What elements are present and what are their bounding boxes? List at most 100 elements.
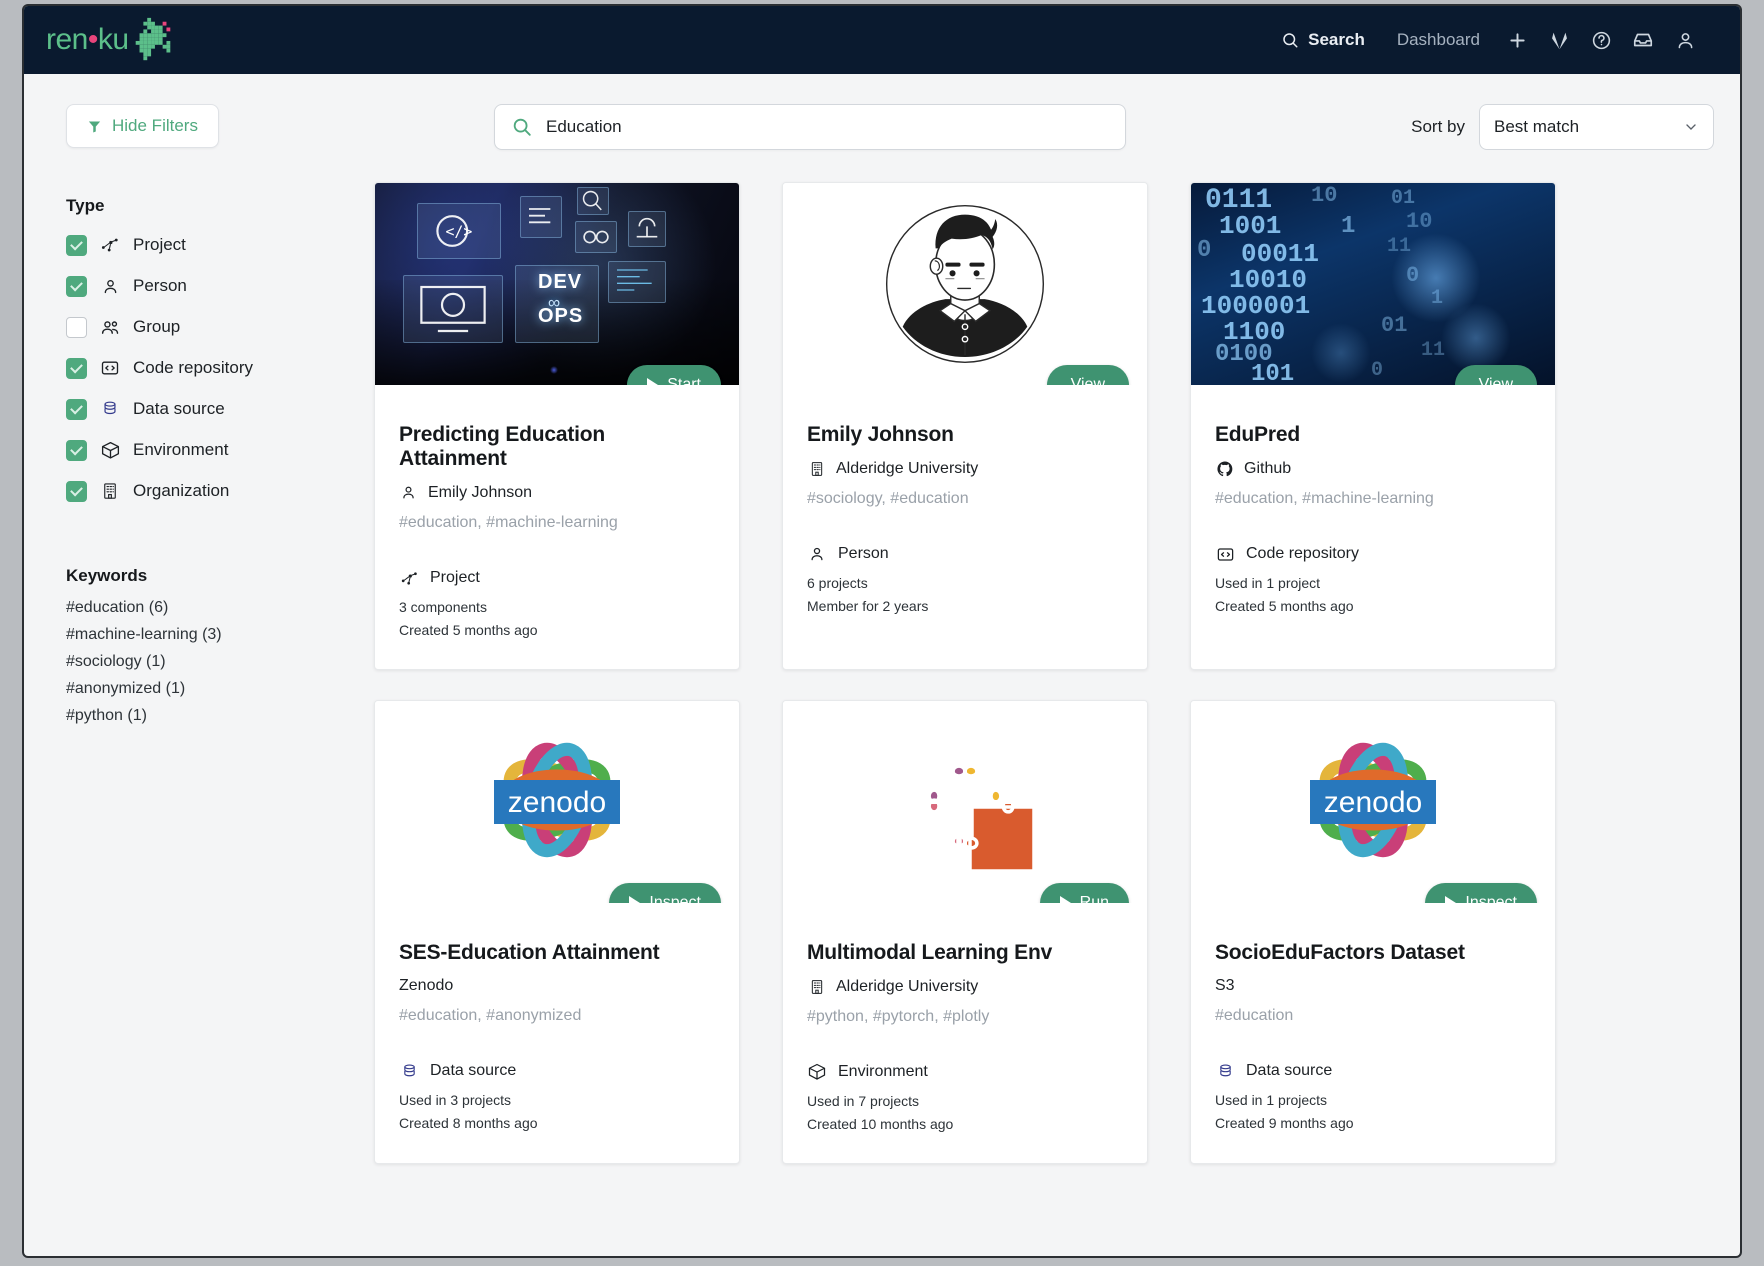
checkbox-data-source[interactable] <box>66 399 87 420</box>
card-tags: #education, #anonymized <box>399 1007 715 1025</box>
play-icon <box>1445 896 1456 903</box>
inbox-icon[interactable] <box>1622 19 1664 61</box>
card-tags: #education, #machine-learning <box>399 514 715 532</box>
result-card[interactable]: </> <box>374 182 740 670</box>
play-icon <box>1060 896 1071 903</box>
navbar-actions: Search Dashboard <box>1265 19 1706 61</box>
filter-type-data-source[interactable]: Data source <box>66 398 344 420</box>
checkbox-environment[interactable] <box>66 440 87 461</box>
card-tags: #education <box>1215 1007 1531 1025</box>
card-tags: #education, #machine-learning <box>1215 490 1531 508</box>
search-icon <box>1281 31 1299 49</box>
keyword-item[interactable]: #education (6) <box>66 599 344 617</box>
result-card[interactable]: zenodo Inspect SES-Education Attainment … <box>374 700 740 1164</box>
hide-filters-label: Hide Filters <box>112 116 198 136</box>
person-icon <box>807 544 827 564</box>
keyword-item[interactable]: #machine-learning (3) <box>66 626 344 644</box>
card-cta-button[interactable]: View <box>1455 365 1537 385</box>
card-meta-primary: Used in 7 projects <box>807 1093 1123 1109</box>
plus-icon[interactable] <box>1496 19 1538 61</box>
card-cta-button[interactable]: Inspect <box>1425 883 1537 903</box>
renku-logo[interactable]: ren•ku <box>46 14 178 66</box>
card-thumbnail: zenodo Inspect <box>375 701 739 903</box>
result-card[interactable]: 0111 10 01 1001 1 10 0 00011 11 10010 0 … <box>1190 182 1556 670</box>
card-meta-secondary: Created 8 months ago <box>399 1115 715 1131</box>
decor-panel <box>577 187 609 215</box>
environment-icon <box>99 439 121 461</box>
checkbox-organization[interactable] <box>66 481 87 502</box>
gitlab-icon[interactable] <box>1538 19 1580 61</box>
nav-search[interactable]: Search <box>1265 30 1381 50</box>
decor-panel <box>575 221 617 253</box>
keyword-item[interactable]: #anonymized (1) <box>66 680 344 698</box>
card-title: Emily Johnson <box>807 423 1123 447</box>
search-input[interactable] <box>546 105 1109 149</box>
card-tags: #python, #pytorch, #plotly <box>807 1008 1123 1026</box>
checkbox-group[interactable] <box>66 317 87 338</box>
card-cta-button[interactable]: Start <box>627 365 721 385</box>
user-icon[interactable] <box>1664 19 1706 61</box>
card-kind-label: Project <box>430 569 480 587</box>
results-toolbar: Sort by Best match <box>344 104 1714 150</box>
checkbox-project[interactable] <box>66 235 87 256</box>
help-circle-icon[interactable] <box>1580 19 1622 61</box>
filter-type-data-source-label: Data source <box>133 399 225 419</box>
card-owner-label: Alderidge University <box>836 460 978 478</box>
sort-select[interactable]: Best match <box>1479 104 1714 150</box>
filter-type-organization[interactable]: Organization <box>66 480 344 502</box>
result-card[interactable]: View Emily Johnson Alderidge Un <box>782 182 1148 670</box>
sort-control: Sort by Best match <box>1411 104 1714 150</box>
card-owner: Emily Johnson <box>399 483 715 502</box>
card-meta-secondary: Created 5 months ago <box>399 622 715 638</box>
filter-type-environment[interactable]: Environment <box>66 439 344 461</box>
decor-panel <box>628 211 666 247</box>
search-box[interactable] <box>494 104 1126 150</box>
main-content: Hide Filters Type Project <box>24 74 1740 1164</box>
card-cta-label: Run <box>1080 894 1109 903</box>
card-kind-label: Data source <box>430 1062 516 1080</box>
play-icon <box>647 378 658 385</box>
result-card[interactable]: Run Multimodal Learning Env Ald <box>782 700 1148 1164</box>
puzzle-pieces-image <box>783 701 1147 903</box>
filter-type-group[interactable]: Group <box>66 316 344 338</box>
filter-type-person[interactable]: Person <box>66 275 344 297</box>
hide-filters-button[interactable]: Hide Filters <box>66 104 219 148</box>
sort-select-value: Best match <box>1494 117 1579 137</box>
project-icon <box>399 568 419 588</box>
card-cta-button[interactable]: Inspect <box>609 883 721 903</box>
card-kind: Data source <box>399 1061 715 1081</box>
data-source-icon <box>399 1061 419 1081</box>
filter-type-project[interactable]: Project <box>66 234 344 256</box>
checkbox-person[interactable] <box>66 276 87 297</box>
card-meta-primary: 3 components <box>399 599 715 615</box>
card-cta-label: View <box>1071 376 1105 385</box>
logo-dot: • <box>88 23 98 56</box>
card-body: Multimodal Learning Env Alderidge Univer… <box>783 903 1147 1163</box>
checkbox-code-repository[interactable] <box>66 358 87 379</box>
card-cta-button[interactable]: Run <box>1040 883 1129 903</box>
sort-by-label: Sort by <box>1411 117 1465 137</box>
card-owner-label: Github <box>1244 460 1291 478</box>
card-thumbnail: Run <box>783 701 1147 903</box>
code-repository-icon <box>99 357 121 379</box>
card-thumbnail: zenodo Inspect <box>1191 701 1555 903</box>
card-meta-secondary: Created 5 months ago <box>1215 598 1531 614</box>
keyword-item[interactable]: #python (1) <box>66 707 344 725</box>
keyword-item[interactable]: #sociology (1) <box>66 653 344 671</box>
zenodo-logo: zenodo <box>375 701 739 903</box>
top-navbar: ren•ku <box>24 6 1740 74</box>
filters-sidebar: Hide Filters Type Project <box>54 104 344 1164</box>
filter-type-code-repository[interactable]: Code repository <box>66 357 344 379</box>
organization-icon <box>807 459 826 478</box>
filter-type-code-repository-label: Code repository <box>133 358 253 378</box>
card-title: SES-Education Attainment <box>399 941 715 965</box>
data-source-icon <box>99 398 121 420</box>
play-icon <box>629 896 640 903</box>
nav-dashboard[interactable]: Dashboard <box>1381 30 1496 50</box>
result-card[interactable]: zenodo Inspect SocioEduFactors Dataset S… <box>1190 700 1556 1164</box>
svg-text:zenodo: zenodo <box>508 786 606 819</box>
devops-bottom-word: OPS <box>538 305 583 328</box>
card-kind-label: Data source <box>1246 1062 1332 1080</box>
card-cta-button[interactable]: View <box>1047 365 1129 385</box>
card-owner-label: Emily Johnson <box>428 484 532 502</box>
